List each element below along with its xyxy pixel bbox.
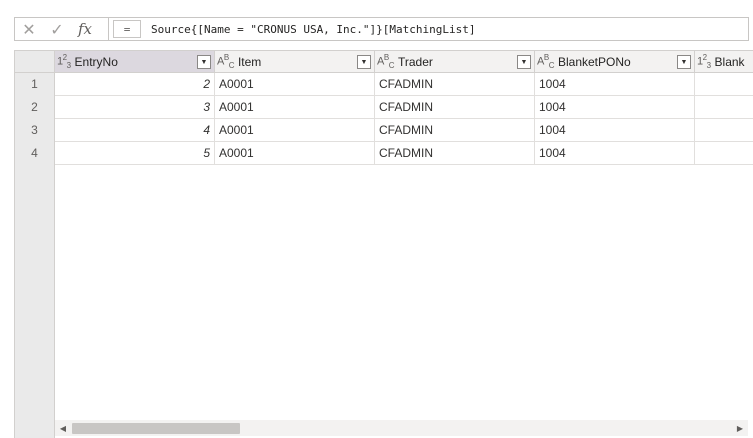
data-grid: 1 2 3 4 123 EntryNo ▼ ABC Item ▼ ABC Tra… bbox=[14, 50, 753, 438]
fx-icon[interactable]: fx bbox=[71, 18, 99, 40]
text-type-icon[interactable]: ABC bbox=[377, 53, 394, 70]
cell-item[interactable]: A0001 bbox=[215, 119, 375, 142]
table-row: 5 A0001 CFADMIN 1004 bbox=[55, 142, 753, 165]
accept-icon[interactable]: ✓ bbox=[43, 18, 71, 40]
cell-trader[interactable]: CFADMIN bbox=[375, 96, 535, 119]
row-number[interactable]: 1 bbox=[15, 73, 54, 96]
table-row: 4 A0001 CFADMIN 1004 bbox=[55, 119, 753, 142]
horizontal-scrollbar[interactable]: ◀ ▶ bbox=[55, 420, 748, 436]
cell-blank[interactable] bbox=[695, 96, 753, 119]
cell-blanketpono[interactable]: 1004 bbox=[535, 142, 695, 165]
scrollbar-thumb[interactable] bbox=[72, 423, 240, 434]
cell-trader[interactable]: CFADMIN bbox=[375, 73, 535, 96]
column-header-blanketpono[interactable]: ABC BlanketPONo ▼ bbox=[535, 51, 695, 73]
column-header-label: Trader bbox=[397, 54, 433, 69]
cancel-icon[interactable]: ✕ bbox=[15, 18, 43, 40]
column-header-item[interactable]: ABC Item ▼ bbox=[215, 51, 375, 73]
table-row: 3 A0001 CFADMIN 1004 bbox=[55, 96, 753, 119]
cell-trader[interactable]: CFADMIN bbox=[375, 142, 535, 165]
formula-bar: ✕ ✓ fx = Source{[Name = "CRONUS USA, Inc… bbox=[14, 17, 749, 41]
cell-entryno[interactable]: 4 bbox=[55, 119, 215, 142]
filter-dropdown-icon[interactable]: ▼ bbox=[677, 55, 691, 69]
filter-dropdown-icon[interactable]: ▼ bbox=[517, 55, 531, 69]
filter-dropdown-icon[interactable]: ▼ bbox=[357, 55, 371, 69]
cell-item[interactable]: A0001 bbox=[215, 96, 375, 119]
cell-blanketpono[interactable]: 1004 bbox=[535, 119, 695, 142]
column-header-row: 123 EntryNo ▼ ABC Item ▼ ABC Trader ▼ AB… bbox=[55, 51, 753, 73]
cell-item[interactable]: A0001 bbox=[215, 142, 375, 165]
cell-blank[interactable] bbox=[695, 119, 753, 142]
cell-entryno[interactable]: 3 bbox=[55, 96, 215, 119]
cell-blanketpono[interactable]: 1004 bbox=[535, 96, 695, 119]
cell-entryno[interactable]: 5 bbox=[55, 142, 215, 165]
filter-dropdown-icon[interactable]: ▼ bbox=[197, 55, 211, 69]
column-header-trader[interactable]: ABC Trader ▼ bbox=[375, 51, 535, 73]
equals-button[interactable]: = bbox=[113, 20, 141, 38]
cell-blanketpono[interactable]: 1004 bbox=[535, 73, 695, 96]
column-header-label: EntryNo bbox=[74, 54, 118, 69]
text-type-icon[interactable]: ABC bbox=[537, 53, 554, 70]
scroll-left-icon[interactable]: ◀ bbox=[55, 420, 71, 436]
data-rows: 2 A0001 CFADMIN 1004 3 A0001 CFADMIN 100… bbox=[55, 73, 753, 165]
whole-number-type-icon[interactable]: 123 bbox=[57, 53, 71, 70]
row-number[interactable]: 3 bbox=[15, 119, 54, 142]
scroll-right-icon[interactable]: ▶ bbox=[732, 420, 748, 436]
row-number-column: 1 2 3 4 bbox=[15, 51, 55, 438]
cell-blank[interactable] bbox=[695, 73, 753, 96]
formula-bar-icons: ✕ ✓ fx bbox=[15, 18, 109, 40]
cell-trader[interactable]: CFADMIN bbox=[375, 119, 535, 142]
formula-input[interactable]: Source{[Name = "CRONUS USA, Inc."]}[Matc… bbox=[151, 23, 476, 36]
table-row: 2 A0001 CFADMIN 1004 bbox=[55, 73, 753, 96]
whole-number-type-icon[interactable]: 123 bbox=[697, 53, 711, 70]
column-header-entryno[interactable]: 123 EntryNo ▼ bbox=[55, 51, 215, 73]
row-number[interactable]: 4 bbox=[15, 142, 54, 165]
grid-corner[interactable] bbox=[15, 51, 54, 73]
text-type-icon[interactable]: ABC bbox=[217, 53, 234, 70]
cell-entryno[interactable]: 2 bbox=[55, 73, 215, 96]
column-header-label: BlanketPONo bbox=[557, 54, 631, 69]
row-number[interactable]: 2 bbox=[15, 96, 54, 119]
column-header-blank[interactable]: 123 Blank bbox=[695, 51, 753, 73]
column-header-label: Item bbox=[237, 54, 262, 69]
cell-blank[interactable] bbox=[695, 142, 753, 165]
cell-item[interactable]: A0001 bbox=[215, 73, 375, 96]
column-header-label: Blank bbox=[714, 54, 745, 69]
